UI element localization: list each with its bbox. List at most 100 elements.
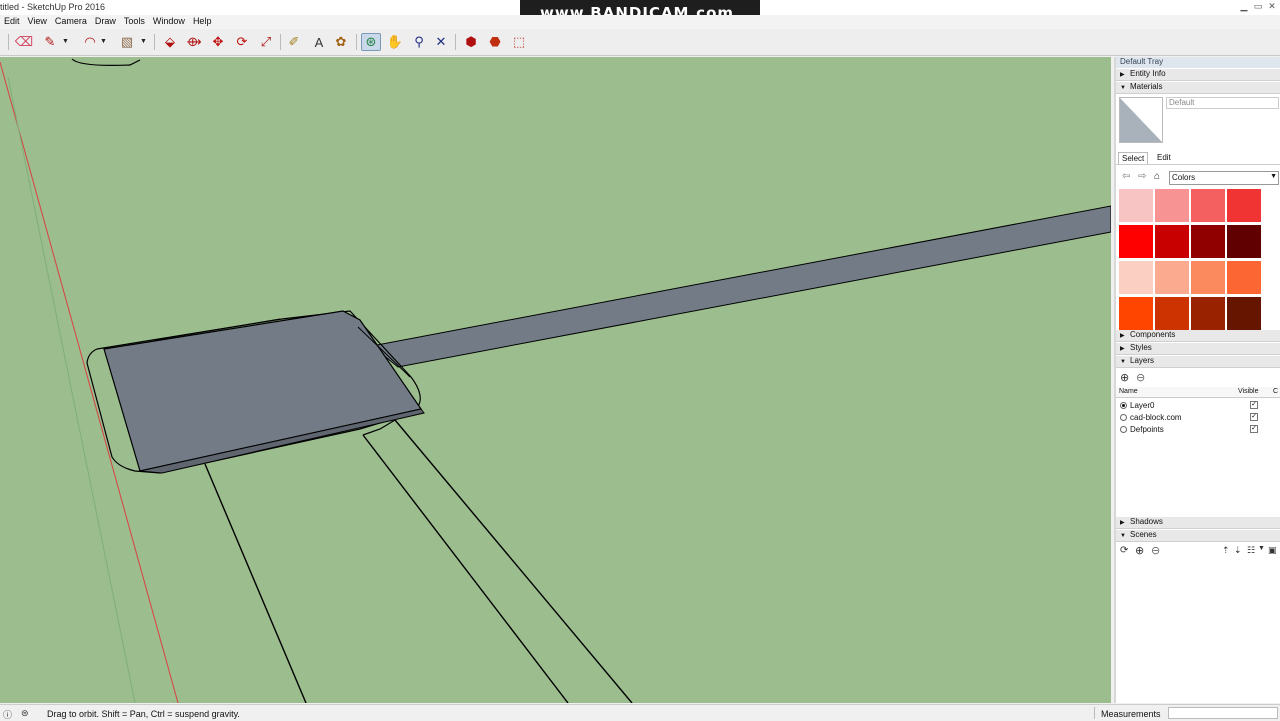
color-swatch[interactable] bbox=[1119, 261, 1153, 294]
menu-camera[interactable]: Camera bbox=[55, 16, 87, 26]
scenes-section[interactable]: ▼ Scenes bbox=[1116, 530, 1280, 542]
paint-bucket-tool-button[interactable]: ✿ bbox=[331, 33, 351, 51]
menu-draw[interactable]: Draw bbox=[95, 16, 116, 26]
color-swatch[interactable] bbox=[1191, 297, 1225, 330]
delete-scene-icon[interactable]: ⊖ bbox=[1151, 544, 1160, 557]
layer-row[interactable]: Layer0 ✓ bbox=[1116, 400, 1280, 412]
color-swatch[interactable] bbox=[1191, 225, 1225, 258]
column-color[interactable]: C bbox=[1273, 388, 1278, 395]
measurements-input[interactable] bbox=[1168, 707, 1278, 719]
menu-edit[interactable]: Edit bbox=[4, 16, 20, 26]
section-label: Shadows bbox=[1130, 517, 1163, 526]
color-swatch[interactable] bbox=[1155, 225, 1189, 258]
color-swatch[interactable] bbox=[1191, 261, 1225, 294]
warehouse-tool-button[interactable]: ⬢ bbox=[461, 33, 481, 51]
tab-edit[interactable]: Edit bbox=[1154, 152, 1174, 163]
add-layer-icon[interactable]: ⊕ bbox=[1120, 371, 1129, 384]
back-arrow-icon[interactable]: ⇦ bbox=[1122, 171, 1130, 182]
orbit-icon: ⊛ bbox=[365, 34, 377, 49]
move-scene-up-icon[interactable]: ⇡ bbox=[1222, 545, 1230, 556]
materials-section[interactable]: ▼ Materials bbox=[1116, 82, 1280, 94]
info-icon[interactable]: ⓘ bbox=[3, 708, 12, 721]
share-model-tool-button[interactable]: ⬚ bbox=[509, 33, 529, 51]
push-pull-tool-button[interactable]: ⬙ bbox=[160, 33, 180, 51]
follow-me-tool-button[interactable]: ⟴ bbox=[184, 33, 204, 51]
forward-arrow-icon[interactable]: ⇨ bbox=[1138, 171, 1146, 182]
color-swatch[interactable] bbox=[1155, 189, 1189, 222]
toolbar-separator bbox=[455, 34, 456, 50]
color-swatch[interactable] bbox=[1119, 297, 1153, 330]
layer-row[interactable]: Defpoints ✓ bbox=[1116, 424, 1280, 436]
rectangle-tool-button[interactable]: ▧ bbox=[117, 33, 137, 51]
geo-location-icon[interactable]: ⊜ bbox=[21, 708, 29, 719]
zoom-extents-tool-button[interactable]: ✕ bbox=[431, 33, 451, 51]
tool-dropdown-icon[interactable]: ▼ bbox=[100, 38, 107, 45]
tool-dropdown-icon[interactable]: ▼ bbox=[62, 38, 69, 45]
column-visible[interactable]: Visible bbox=[1238, 388, 1259, 395]
active-layer-radio[interactable] bbox=[1120, 402, 1127, 409]
color-swatch[interactable] bbox=[1155, 297, 1189, 330]
modeling-viewport[interactable] bbox=[0, 57, 1111, 703]
styles-section[interactable]: ▶ Styles bbox=[1116, 343, 1280, 355]
layer-row[interactable]: cad-block.com ✓ bbox=[1116, 412, 1280, 424]
details-icon[interactable]: ▣ bbox=[1268, 545, 1277, 556]
color-swatch[interactable] bbox=[1227, 225, 1261, 258]
active-layer-radio[interactable] bbox=[1120, 414, 1127, 421]
menu-window[interactable]: Window bbox=[153, 16, 185, 26]
materials-tabs: Select Edit bbox=[1116, 151, 1280, 165]
layer-visible-checkbox[interactable]: ✓ bbox=[1250, 401, 1258, 409]
move-tool-button[interactable]: ✥ bbox=[208, 33, 228, 51]
menu-bar: Edit View Camera Draw Tools Window Help bbox=[0, 15, 1280, 29]
scale-tool-button[interactable]: ⤢ bbox=[256, 33, 276, 51]
home-icon[interactable]: ⌂ bbox=[1154, 171, 1160, 182]
library-label: Colors bbox=[1172, 173, 1196, 182]
move-scene-down-icon[interactable]: ⇣ bbox=[1234, 545, 1242, 556]
layer-name: Defpoints bbox=[1130, 425, 1164, 434]
refresh-scene-icon[interactable]: ⟳ bbox=[1120, 545, 1128, 556]
color-swatch[interactable] bbox=[1227, 189, 1261, 222]
viewport-canvas[interactable] bbox=[0, 57, 1111, 703]
material-name-field[interactable]: Default bbox=[1166, 97, 1279, 109]
dropdown-arrow-icon[interactable]: ▼ bbox=[1258, 545, 1265, 552]
arc-tool-button[interactable]: ◠ bbox=[80, 33, 100, 51]
menu-help[interactable]: Help bbox=[193, 16, 212, 26]
tool-dropdown-icon[interactable]: ▼ bbox=[140, 38, 147, 45]
color-swatch[interactable] bbox=[1227, 297, 1261, 330]
shadows-section[interactable]: ▶ Shadows bbox=[1116, 517, 1280, 529]
delete-layer-icon[interactable]: ⊖ bbox=[1136, 371, 1145, 384]
orbit-tool-button[interactable]: ⊛ bbox=[361, 33, 381, 51]
material-library-select[interactable]: Colors ▼ bbox=[1169, 171, 1279, 185]
color-swatch[interactable] bbox=[1119, 225, 1153, 258]
active-layer-radio[interactable] bbox=[1120, 426, 1127, 433]
maximize-icon[interactable]: ▭ bbox=[1252, 1, 1264, 11]
road-face[interactable] bbox=[370, 205, 1111, 368]
menu-view[interactable]: View bbox=[28, 16, 47, 26]
color-swatch[interactable] bbox=[1155, 261, 1189, 294]
measurements-label: Measurements bbox=[1101, 709, 1161, 719]
menu-tools[interactable]: Tools bbox=[124, 16, 145, 26]
zoom-tool-button[interactable]: ⚲ bbox=[409, 33, 429, 51]
color-swatch[interactable] bbox=[1191, 189, 1225, 222]
components-section[interactable]: ▶ Components bbox=[1116, 330, 1280, 342]
extension-warehouse-icon: ⬣ bbox=[489, 34, 501, 49]
pan-tool-button[interactable]: ✋ bbox=[385, 33, 405, 51]
entity-info-section[interactable]: ▶ Entity Info bbox=[1116, 69, 1280, 81]
tab-select[interactable]: Select bbox=[1118, 152, 1149, 164]
view-options-icon[interactable]: ☷ bbox=[1247, 545, 1255, 556]
layer-visible-checkbox[interactable]: ✓ bbox=[1250, 413, 1258, 421]
color-swatch[interactable] bbox=[1119, 189, 1153, 222]
pencil-tool-button[interactable]: ✎ bbox=[40, 33, 60, 51]
color-swatch[interactable] bbox=[1227, 261, 1261, 294]
extension-warehouse-tool-button[interactable]: ⬣ bbox=[485, 33, 505, 51]
tape-measure-tool-button[interactable]: ✐ bbox=[284, 33, 304, 51]
eraser-tool-button[interactable]: ⌫ bbox=[14, 33, 34, 51]
column-name[interactable]: Name bbox=[1119, 388, 1138, 395]
close-icon[interactable]: ✕ bbox=[1266, 1, 1278, 11]
text-tool-button[interactable]: A bbox=[309, 33, 329, 51]
minimize-icon[interactable]: ▁ bbox=[1238, 1, 1250, 11]
expand-arrow-icon: ▶ bbox=[1120, 72, 1125, 78]
layers-section[interactable]: ▼ Layers bbox=[1116, 356, 1280, 368]
rotate-tool-button[interactable]: ⟳ bbox=[232, 33, 252, 51]
layer-visible-checkbox[interactable]: ✓ bbox=[1250, 425, 1258, 433]
add-scene-icon[interactable]: ⊕ bbox=[1135, 544, 1144, 557]
